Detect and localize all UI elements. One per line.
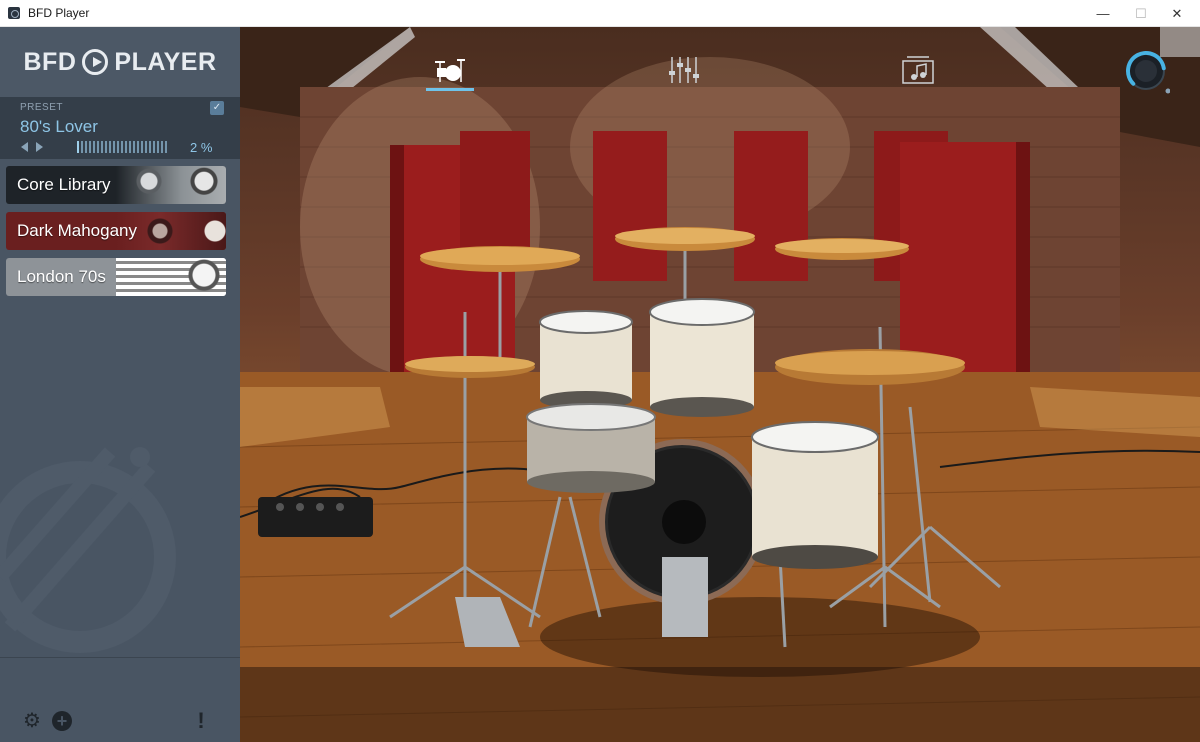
preset-check-icon[interactable]: ✓: [210, 101, 224, 115]
logo-area: BFD PLAYER: [0, 27, 240, 97]
kit-label: Dark Mahogany: [17, 221, 138, 240]
mixer-sliders-icon: [669, 57, 699, 83]
drum-kit-stage: [240, 27, 1200, 742]
close-button[interactable]: ✕: [1154, 0, 1200, 27]
logo-text-player: PLAYER: [114, 47, 217, 76]
preset-name[interactable]: 80's Lover: [20, 117, 98, 137]
kit-label: London 70s: [17, 267, 106, 286]
bfd-player-logo: BFD PLAYER: [24, 48, 217, 77]
master-volume-knob[interactable]: [1122, 47, 1170, 95]
play-logo-icon: [82, 49, 109, 75]
plus-icon[interactable]: +: [52, 711, 72, 731]
tab-kit[interactable]: [426, 49, 474, 91]
kit-thumbnail: [116, 166, 226, 204]
next-preset-icon[interactable]: [36, 142, 43, 152]
music-note-icon: [902, 56, 934, 84]
studio-scene: [240, 27, 1200, 742]
tab-grooves[interactable]: [894, 49, 942, 91]
kit-item-london-70s[interactable]: London 70s: [6, 258, 226, 296]
logo-text-bfd: BFD: [23, 47, 77, 76]
progress-fill: [77, 141, 79, 153]
drum-kit-icon: [435, 59, 465, 82]
kit-label: Core Library: [17, 175, 111, 194]
preset-load-progress: [77, 141, 169, 153]
sidebar-watermark-logo: [0, 447, 176, 653]
app-icon: [8, 7, 20, 19]
previous-preset-icon[interactable]: [21, 142, 28, 152]
kit-list: Core Library Dark Mahogany London 70s: [6, 166, 226, 304]
kit-item-core-library[interactable]: Core Library: [6, 166, 226, 204]
exclamation-icon[interactable]: !: [191, 710, 211, 732]
kit-item-dark-mahogany[interactable]: Dark Mahogany: [6, 212, 226, 250]
sidebar-footer: ⚙ + !: [0, 657, 240, 742]
preset-panel: PRESET ✓ 80's Lover 2 %: [0, 97, 240, 159]
progress-label: 2 %: [190, 140, 213, 155]
preset-caption: PRESET: [20, 102, 64, 113]
window-title: BFD Player: [28, 6, 90, 20]
gear-icon[interactable]: ⚙: [22, 711, 42, 731]
active-tab-indicator: [426, 88, 474, 91]
window-titlebar: BFD Player — ☐ ✕: [0, 0, 1200, 27]
kit-thumbnail: [116, 258, 226, 296]
tab-mixer[interactable]: [660, 49, 708, 91]
sidebar: BFD PLAYER PRESET ✓ 80's Lover 2 % Core …: [0, 27, 240, 742]
